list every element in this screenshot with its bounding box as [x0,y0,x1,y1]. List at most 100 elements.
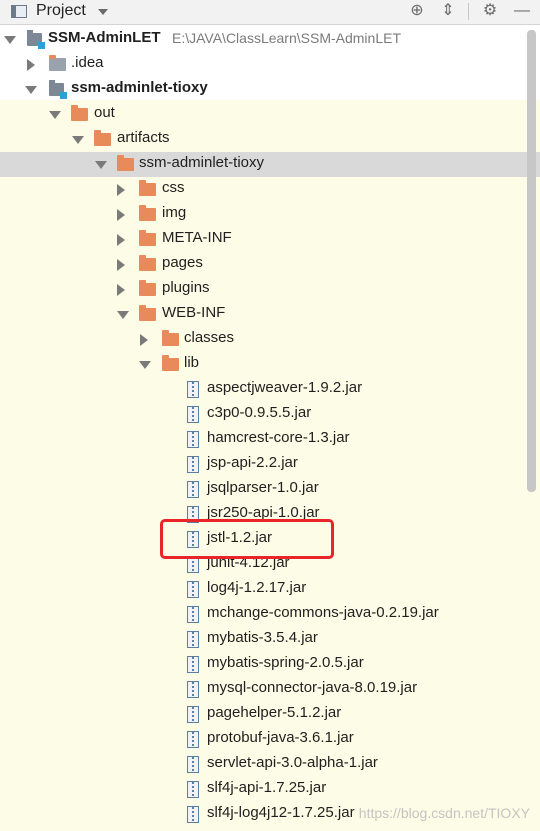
folder-icon [162,355,179,371]
jar-icon [187,606,199,623]
tree-row-jar[interactable]: mchange-commons-java-0.2.19.jar [0,602,540,627]
jar-icon [187,656,199,673]
tree-row-root[interactable]: SSM-AdminLET E:\JAVA\ClassLearn\SSM-Admi… [0,27,540,52]
tree-label-lib: lib [184,354,200,371]
tree-row-jar[interactable]: mysql-connector-java-8.0.19.jar [0,677,540,702]
jar-icon [187,456,199,473]
tree-row-jar[interactable]: aspectjweaver-1.9.2.jar [0,377,540,402]
chevron-down-icon[interactable] [139,361,151,369]
tree-label-jar: slf4j-log4j12-1.7.25.jar [207,804,355,821]
module-icon [49,80,67,99]
chevron-down-icon[interactable] [49,111,61,119]
tree-label-jar: c3p0-0.9.5.5.jar [207,404,312,421]
tree-row-artifacts[interactable]: artifacts [0,127,540,152]
folder-icon [139,180,156,196]
project-tree: SSM-AdminLET E:\JAVA\ClassLearn\SSM-Admi… [0,27,540,831]
tree-label-pages: pages [162,254,203,271]
jar-icon [187,631,199,648]
chevron-down-icon[interactable] [72,136,84,144]
chevron-right-icon[interactable] [117,209,125,221]
tree-row-jar[interactable]: servlet-api-3.0-alpha-1.jar [0,752,540,777]
chevron-right-icon[interactable] [27,59,35,71]
vertical-scrollbar-thumb[interactable] [527,30,536,492]
chevron-down-icon[interactable] [4,36,16,44]
tree-row-img[interactable]: img [0,202,540,227]
tree-row-jar[interactable]: log4j-1.2.17.jar [0,577,540,602]
jar-icon [187,431,199,448]
annotation-highlight-box [160,519,334,559]
tree-label-root: SSM-AdminLET [48,29,161,46]
chevron-right-icon[interactable] [117,234,125,246]
tree-row-jar[interactable]: mybatis-spring-2.0.5.jar [0,652,540,677]
folder-icon [49,55,66,71]
tree-row-jar[interactable]: c3p0-0.9.5.5.jar [0,402,540,427]
tree-label-jar: slf4j-api-1.7.25.jar [207,779,327,796]
tree-row-pages[interactable]: pages [0,252,540,277]
module-icon [27,30,45,49]
jar-icon [187,406,199,423]
tree-row-css[interactable]: css [0,177,540,202]
tree-label-jar: servlet-api-3.0-alpha-1.jar [207,754,378,771]
folder-icon [139,230,156,246]
tree-row-jar[interactable]: mybatis-3.5.4.jar [0,627,540,652]
chevron-right-icon[interactable] [117,284,125,296]
tree-label-jar: mybatis-spring-2.0.5.jar [207,654,364,671]
tree-label-jar: mchange-commons-java-0.2.19.jar [207,604,439,621]
project-tool-window-header: Project ⊕ ⇕ ⚙ — [0,0,540,25]
tree-label-idea: .idea [71,54,104,71]
tree-label-web-inf: WEB-INF [162,304,226,321]
folder-icon [117,155,134,171]
tree-label-out: out [94,104,115,121]
folder-icon [94,130,111,146]
chevron-down-icon[interactable] [95,161,107,169]
tree-label-jar: hamcrest-core-1.3.jar [207,429,350,446]
tree-label-jar: mybatis-3.5.4.jar [207,629,318,646]
tree-row-lib[interactable]: lib [0,352,540,377]
tree-label-jar: pagehelper-5.1.2.jar [207,704,342,721]
tree-row-jar[interactable]: jsqlparser-1.0.jar [0,477,540,502]
tree-row-jar[interactable]: pagehelper-5.1.2.jar [0,702,540,727]
tree-label-jar: log4j-1.2.17.jar [207,579,307,596]
tree-row-classes[interactable]: classes [0,327,540,352]
minimize-icon[interactable]: — [512,1,532,21]
tree-label-meta-inf: META-INF [162,229,232,246]
tree-label-img: img [162,204,187,221]
tree-row-plugins[interactable]: plugins [0,277,540,302]
gear-icon[interactable]: ⚙ [480,1,500,21]
chevron-right-icon[interactable] [117,259,125,271]
tree-label-module: ssm-adminlet-tioxy [71,79,208,96]
tree-label-css: css [162,179,185,196]
tree-row-jar[interactable]: hamcrest-core-1.3.jar [0,427,540,452]
jar-icon [187,481,199,498]
collapse-icon[interactable]: ⇕ [438,1,458,21]
jar-icon [187,756,199,773]
tree-row-module[interactable]: ssm-adminlet-tioxy [0,77,540,102]
tree-row-jar[interactable]: protobuf-java-3.6.1.jar [0,727,540,752]
tree-label-artifact: ssm-adminlet-tioxy [139,154,265,171]
tree-row-jar[interactable]: slf4j-api-1.7.25.jar [0,777,540,802]
jar-icon [187,806,199,823]
tree-row-jar[interactable]: jsp-api-2.2.jar [0,452,540,477]
tree-label-classes: classes [184,329,235,346]
jar-icon [187,731,199,748]
tree-row-web-inf[interactable]: WEB-INF [0,302,540,327]
tree-row-artifact-selected[interactable]: ssm-adminlet-tioxy [0,152,540,177]
target-icon[interactable]: ⊕ [407,1,427,21]
chevron-right-icon[interactable] [140,334,148,346]
tool-window-title[interactable]: Project [36,2,86,20]
folder-icon [139,205,156,221]
project-view-icon [11,5,27,18]
folder-icon [139,255,156,271]
tree-label-jar: mysql-connector-java-8.0.19.jar [207,679,418,696]
tree-row-idea[interactable]: .idea [0,52,540,77]
chevron-down-icon[interactable] [25,86,37,94]
tree-label-jar: protobuf-java-3.6.1.jar [207,729,354,746]
jar-icon [187,706,199,723]
tree-row-meta-inf[interactable]: META-INF [0,227,540,252]
chevron-down-icon[interactable] [117,311,129,319]
watermark: https://blog.csdn.net/TIOXY [358,805,530,821]
chevron-down-icon[interactable] [98,9,108,15]
tree-row-out[interactable]: out [0,102,540,127]
tree-label-jar: jsp-api-2.2.jar [207,454,298,471]
chevron-right-icon[interactable] [117,184,125,196]
